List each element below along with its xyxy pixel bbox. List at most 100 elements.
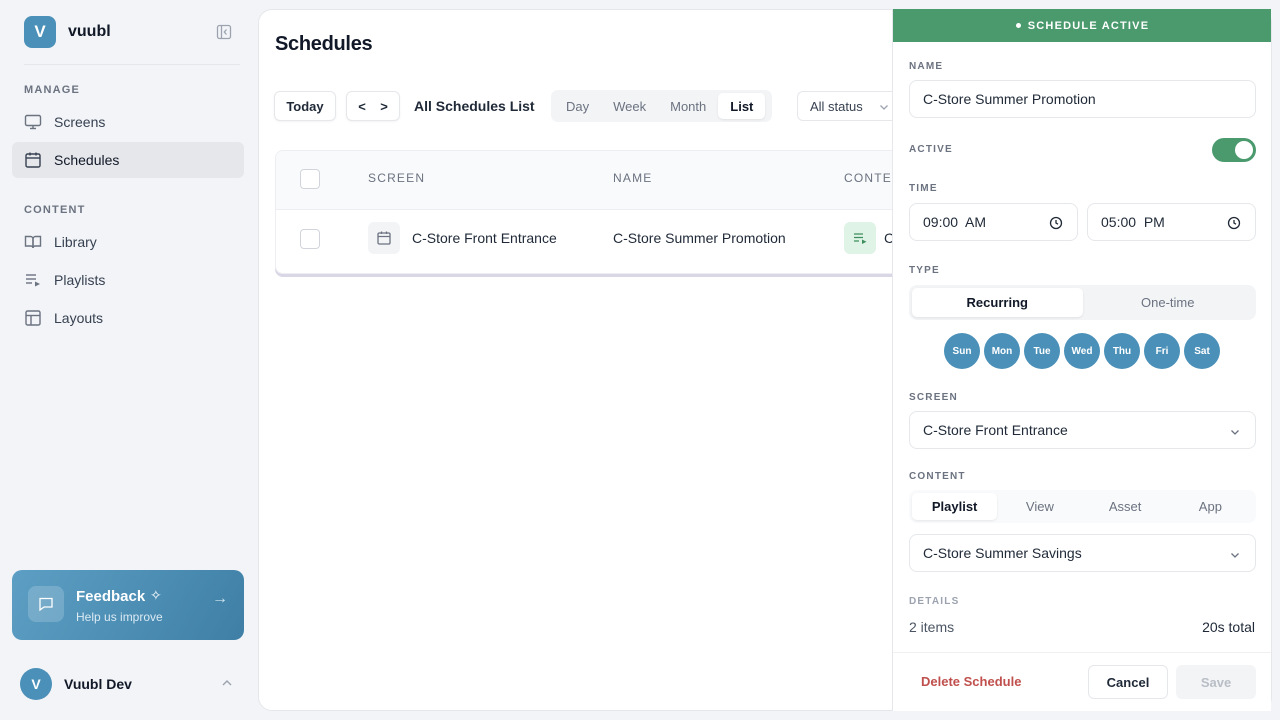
details-item-count: 2 items bbox=[909, 619, 955, 635]
message-icon bbox=[28, 586, 64, 622]
sidebar-collapse-icon bbox=[216, 24, 232, 40]
content-tab-asset[interactable]: Asset bbox=[1083, 493, 1168, 520]
sidebar-divider bbox=[24, 64, 240, 65]
delete-schedule-button[interactable]: Delete Schedule bbox=[921, 674, 1021, 689]
chevron-up-icon[interactable] bbox=[220, 676, 234, 695]
calendar-icon bbox=[368, 222, 400, 254]
row-checkbox[interactable] bbox=[300, 229, 320, 249]
sidebar-item-label: Schedules bbox=[54, 152, 120, 168]
sidebar: V vuubl MANAGE Screens Schedules CONTENT… bbox=[0, 0, 256, 720]
content-type-switcher: Playlist View Asset App bbox=[909, 490, 1256, 523]
sidebar-item-layouts[interactable]: Layouts bbox=[12, 300, 244, 336]
day-wed[interactable]: Wed bbox=[1064, 333, 1100, 369]
name-field[interactable]: C-Store Summer Promotion bbox=[909, 80, 1256, 118]
playlist-icon bbox=[844, 222, 876, 254]
brand[interactable]: V vuubl bbox=[24, 16, 111, 48]
sidebar-item-library[interactable]: Library bbox=[12, 224, 244, 260]
column-header-screen[interactable]: SCREEN bbox=[368, 171, 425, 185]
name-field-value: C-Store Summer Promotion bbox=[923, 91, 1096, 107]
collapse-sidebar-button[interactable] bbox=[214, 22, 234, 42]
view-list[interactable]: List bbox=[718, 93, 766, 119]
content-select[interactable]: C-Store Summer Savings bbox=[909, 534, 1256, 572]
status-dot-icon bbox=[1015, 23, 1021, 28]
cell-name: C-Store Summer Promotion bbox=[613, 230, 786, 246]
sidebar-item-label: Library bbox=[54, 234, 97, 250]
content-label: CONTENT bbox=[909, 471, 966, 482]
cancel-button[interactable]: Cancel bbox=[1088, 665, 1168, 699]
view-day[interactable]: Day bbox=[554, 93, 601, 119]
next-button[interactable]: > bbox=[380, 99, 388, 114]
feedback-card[interactable]: Feedback ✧ Help us improve → bbox=[12, 570, 244, 640]
day-sat[interactable]: Sat bbox=[1184, 333, 1220, 369]
banner-text: SCHEDULE ACTIVE bbox=[1027, 19, 1150, 32]
sidebar-item-schedules[interactable]: Schedules bbox=[12, 142, 244, 178]
today-button[interactable]: Today bbox=[274, 91, 336, 121]
start-time-field[interactable]: 09:00 AM bbox=[909, 203, 1078, 241]
screen-label: SCREEN bbox=[909, 392, 958, 403]
day-picker: Sun Mon Tue Wed Thu Fri Sat bbox=[944, 333, 1224, 369]
section-label-manage: MANAGE bbox=[24, 84, 81, 96]
content-select-value: C-Store Summer Savings bbox=[923, 545, 1082, 561]
section-label-content: CONTENT bbox=[24, 204, 86, 216]
day-tue[interactable]: Tue bbox=[1024, 333, 1060, 369]
type-recurring[interactable]: Recurring bbox=[912, 288, 1083, 317]
app-logo: V bbox=[24, 16, 56, 48]
user-name: Vuubl Dev bbox=[64, 676, 132, 692]
type-one-time[interactable]: One-time bbox=[1083, 288, 1254, 317]
layout-icon bbox=[24, 309, 42, 327]
name-label: NAME bbox=[909, 61, 944, 72]
list-title: All Schedules List bbox=[414, 98, 535, 114]
sidebar-item-label: Layouts bbox=[54, 310, 104, 326]
day-mon[interactable]: Mon bbox=[984, 333, 1020, 369]
select-all-checkbox[interactable] bbox=[300, 169, 320, 189]
schedule-status-banner: SCHEDULE ACTIVE bbox=[893, 9, 1271, 42]
view-month[interactable]: Month bbox=[658, 93, 718, 119]
clock-icon bbox=[1227, 216, 1241, 230]
end-time-field[interactable]: 05:00 PM bbox=[1087, 203, 1256, 241]
sidebar-item-screens[interactable]: Screens bbox=[12, 104, 244, 140]
status-filter[interactable]: All status bbox=[797, 91, 897, 121]
sidebar-item-label: Screens bbox=[54, 114, 106, 130]
calendar-icon bbox=[24, 151, 42, 169]
active-toggle[interactable] bbox=[1212, 138, 1256, 162]
screen-select-value: C-Store Front Entrance bbox=[923, 422, 1068, 438]
schedules-table: SCREEN NAME CONTE C-Store Front Entrance… bbox=[275, 150, 955, 274]
sidebar-item-label: Playlists bbox=[54, 272, 106, 288]
column-header-name[interactable]: NAME bbox=[613, 171, 652, 185]
schedule-edit-panel: SCHEDULE ACTIVE NAME C-Store Summer Prom… bbox=[892, 9, 1271, 711]
time-label: TIME bbox=[909, 183, 938, 194]
start-time-value: 09:00 AM bbox=[923, 214, 987, 230]
arrow-right-icon: → bbox=[212, 590, 228, 607]
day-sun[interactable]: Sun bbox=[944, 333, 980, 369]
content-tab-playlist[interactable]: Playlist bbox=[912, 493, 998, 520]
table-row[interactable]: C-Store Front Entrance C-Store Summer Pr… bbox=[276, 209, 954, 269]
sidebar-item-playlists[interactable]: Playlists bbox=[12, 262, 244, 298]
view-switcher: Day Week Month List bbox=[551, 90, 772, 122]
view-week[interactable]: Week bbox=[601, 93, 658, 119]
active-label: ACTIVE bbox=[909, 144, 953, 155]
table-header: SCREEN NAME CONTE bbox=[276, 151, 954, 209]
content-tab-view[interactable]: View bbox=[997, 493, 1082, 520]
monitor-icon bbox=[24, 113, 42, 131]
avatar: V bbox=[20, 668, 52, 700]
day-fri[interactable]: Fri bbox=[1144, 333, 1180, 369]
save-button[interactable]: Save bbox=[1176, 665, 1256, 699]
type-label: TYPE bbox=[909, 265, 940, 276]
playlist-icon bbox=[24, 271, 42, 289]
screen-select[interactable]: C-Store Front Entrance bbox=[909, 411, 1256, 449]
feedback-subtitle: Help us improve bbox=[76, 610, 163, 624]
clock-icon bbox=[1049, 216, 1063, 230]
app-name: vuubl bbox=[68, 23, 111, 40]
chevron-down-icon bbox=[1231, 430, 1239, 435]
status-filter-value: All status bbox=[810, 98, 863, 114]
sparkle-icon: ✧ bbox=[150, 587, 162, 603]
user-menu[interactable]: V Vuubl Dev bbox=[20, 668, 132, 700]
type-switcher: Recurring One-time bbox=[909, 285, 1256, 320]
feedback-title: Feedback bbox=[76, 588, 146, 605]
day-thu[interactable]: Thu bbox=[1104, 333, 1140, 369]
date-nav: < > bbox=[346, 91, 400, 121]
column-header-content[interactable]: CONTE bbox=[844, 171, 892, 185]
content-tab-app[interactable]: App bbox=[1168, 493, 1253, 520]
prev-button[interactable]: < bbox=[358, 99, 366, 114]
toggle-knob bbox=[1235, 141, 1253, 159]
